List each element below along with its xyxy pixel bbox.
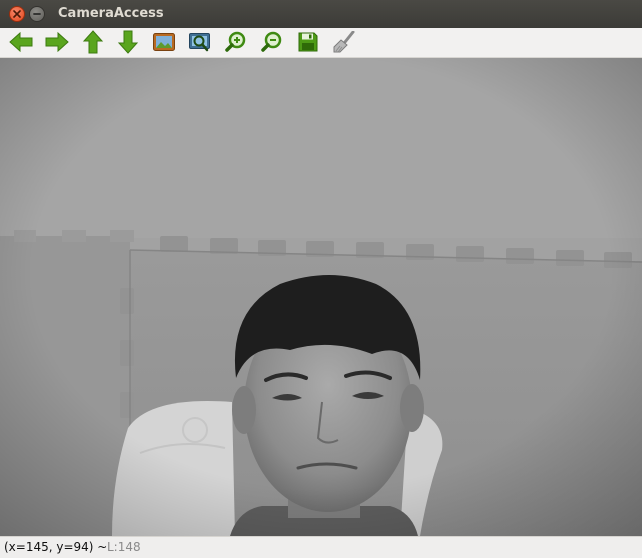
pan-left-button[interactable] bbox=[6, 30, 36, 54]
status-bar: (x=145, y=94) ~ L:148 bbox=[0, 536, 642, 558]
clear-brush-icon bbox=[333, 31, 355, 53]
zoom-in-icon bbox=[225, 31, 246, 52]
zoom-region-button[interactable] bbox=[185, 30, 215, 54]
zoom-in-button[interactable] bbox=[221, 30, 251, 54]
minimize-icon bbox=[33, 13, 41, 15]
pixel-level: L:148 bbox=[107, 540, 141, 554]
webcam-frame bbox=[0, 58, 642, 536]
arrow-left-icon bbox=[9, 31, 33, 53]
pan-down-button[interactable] bbox=[113, 30, 143, 54]
clear-button[interactable] bbox=[329, 30, 359, 54]
pan-right-button[interactable] bbox=[42, 30, 72, 54]
fit-image-button[interactable] bbox=[149, 30, 179, 54]
arrow-up-icon bbox=[82, 30, 104, 54]
close-icon bbox=[13, 10, 21, 18]
window-title: CameraAccess bbox=[58, 6, 164, 21]
minimize-window-button[interactable] bbox=[29, 6, 45, 22]
title-bar[interactable]: CameraAccess bbox=[0, 0, 642, 29]
arrow-right-icon bbox=[45, 31, 69, 53]
save-image-button[interactable] bbox=[293, 30, 323, 54]
cursor-coordinates: (x=145, y=94) ~ bbox=[4, 540, 108, 554]
pan-up-button[interactable] bbox=[78, 30, 108, 54]
zoom-out-icon bbox=[261, 31, 282, 52]
fit-image-icon bbox=[153, 33, 175, 51]
zoom-region-icon bbox=[189, 33, 210, 52]
camera-access-window: CameraAccess (x=145, y=94) ~ L:148 bbox=[0, 0, 642, 558]
camera-image-view[interactable] bbox=[0, 58, 642, 536]
save-icon bbox=[298, 32, 318, 52]
arrow-down-icon bbox=[117, 30, 139, 54]
zoom-out-button[interactable] bbox=[257, 30, 287, 54]
close-window-button[interactable] bbox=[9, 6, 25, 22]
toolbar bbox=[0, 28, 642, 58]
